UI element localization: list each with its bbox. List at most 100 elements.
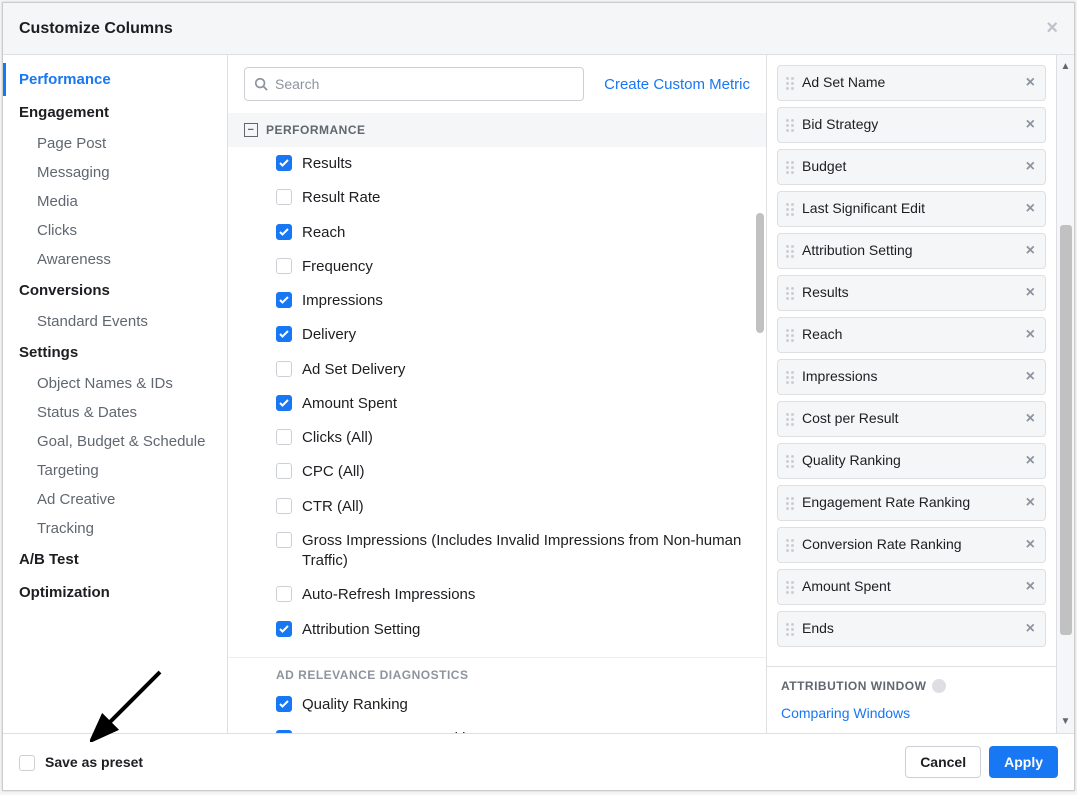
comparing-windows-link[interactable]: Comparing Windows [781,705,910,721]
metric-row[interactable]: Quality Ranking [228,688,766,722]
metric-checkbox[interactable] [276,463,292,479]
close-icon[interactable]: × [1046,17,1058,40]
create-custom-metric-link[interactable]: Create Custom Metric [604,76,750,93]
metric-row[interactable]: Reach [228,216,766,250]
metric-checkbox[interactable] [276,155,292,171]
apply-button[interactable]: Apply [989,746,1058,778]
selected-column-item[interactable]: Bid Strategy× [777,107,1046,143]
selected-column-item[interactable]: Last Significant Edit× [777,191,1046,227]
metric-checkbox[interactable] [276,696,292,712]
section-header-performance[interactable]: − PERFORMANCE [228,113,766,147]
metric-checkbox[interactable] [276,429,292,445]
sidebar-subitem[interactable]: Messaging [3,158,227,187]
drag-handle-icon[interactable] [786,371,796,384]
metric-checkbox[interactable] [276,224,292,240]
sidebar-subitem[interactable]: Status & Dates [3,398,227,427]
remove-column-icon[interactable]: × [1024,578,1037,596]
selected-column-item[interactable]: Reach× [777,317,1046,353]
metric-checkbox[interactable] [276,258,292,274]
selected-column-item[interactable]: Engagement Rate Ranking× [777,485,1046,521]
metric-row[interactable]: Result Rate [228,181,766,215]
metric-row[interactable]: Auto-Refresh Impressions [228,578,766,612]
drag-handle-icon[interactable] [786,77,796,90]
metric-row[interactable]: CPC (All) [228,455,766,489]
drag-handle-icon[interactable] [786,623,796,636]
metric-row[interactable]: CTR (All) [228,490,766,524]
remove-column-icon[interactable]: × [1024,116,1037,134]
drag-handle-icon[interactable] [786,329,796,342]
sidebar-subitem[interactable]: Object Names & IDs [3,369,227,398]
selected-column-item[interactable]: Ends× [777,611,1046,647]
drag-handle-icon[interactable] [786,497,796,510]
metric-checkbox[interactable] [276,730,292,733]
sidebar-category[interactable]: Optimization [3,576,227,609]
metric-row[interactable]: Clicks (All) [228,421,766,455]
sidebar-subitem[interactable]: Tracking [3,514,227,543]
remove-column-icon[interactable]: × [1024,494,1037,512]
metric-row[interactable]: Results [228,147,766,181]
drag-handle-icon[interactable] [786,581,796,594]
metric-checkbox[interactable] [276,621,292,637]
remove-column-icon[interactable]: × [1024,242,1037,260]
outer-scrollbar[interactable]: ▲ ▼ [1056,55,1074,733]
sidebar-subitem[interactable]: Page Post [3,129,227,158]
metric-checkbox[interactable] [276,395,292,411]
outer-scrollbar-thumb[interactable] [1060,225,1072,635]
scroll-up-icon[interactable]: ▲ [1061,61,1071,72]
remove-column-icon[interactable]: × [1024,536,1037,554]
sidebar-subitem[interactable]: Ad Creative [3,485,227,514]
metric-row[interactable]: Ad Set Delivery [228,353,766,387]
metric-row[interactable]: Impressions [228,284,766,318]
save-as-preset-wrap[interactable]: Save as preset [19,754,143,771]
sidebar-category[interactable]: Conversions [3,274,227,307]
drag-handle-icon[interactable] [786,413,796,426]
sidebar-category[interactable]: Engagement [3,96,227,129]
metric-checkbox[interactable] [276,532,292,548]
search-input[interactable] [244,67,584,101]
metric-row[interactable]: Frequency [228,250,766,284]
sidebar-subitem[interactable]: Targeting [3,456,227,485]
metric-checkbox[interactable] [276,292,292,308]
remove-column-icon[interactable]: × [1024,200,1037,218]
center-scrollbar-thumb[interactable] [756,213,764,333]
scroll-down-icon[interactable]: ▼ [1061,716,1071,727]
metric-checkbox[interactable] [276,498,292,514]
remove-column-icon[interactable]: × [1024,158,1037,176]
drag-handle-icon[interactable] [786,287,796,300]
remove-column-icon[interactable]: × [1024,620,1037,638]
selected-column-item[interactable]: Quality Ranking× [777,443,1046,479]
metric-checkbox[interactable] [276,361,292,377]
remove-column-icon[interactable]: × [1024,284,1037,302]
metrics-scroll[interactable]: − PERFORMANCE ResultsResult RateReachFre… [228,113,766,733]
save-as-preset-checkbox[interactable] [19,755,35,771]
sidebar-subitem[interactable]: Media [3,187,227,216]
selected-column-item[interactable]: Attribution Setting× [777,233,1046,269]
metric-row[interactable]: Amount Spent [228,387,766,421]
info-icon[interactable] [932,679,946,693]
remove-column-icon[interactable]: × [1024,452,1037,470]
remove-column-icon[interactable]: × [1024,326,1037,344]
remove-column-icon[interactable]: × [1024,368,1037,386]
drag-handle-icon[interactable] [786,161,796,174]
cancel-button[interactable]: Cancel [905,746,981,778]
selected-column-item[interactable]: Impressions× [777,359,1046,395]
selected-column-item[interactable]: Amount Spent× [777,569,1046,605]
metric-row[interactable]: Delivery [228,318,766,352]
metric-row[interactable]: Engagement Rate Ranking [228,722,766,733]
sidebar-subitem[interactable]: Goal, Budget & Schedule [3,427,227,456]
metric-row[interactable]: Gross Impressions (Includes Invalid Impr… [228,524,766,579]
sidebar-category[interactable]: Performance [3,63,227,96]
drag-handle-icon[interactable] [786,455,796,468]
metric-row[interactable]: Attribution Setting [228,613,766,647]
metric-checkbox[interactable] [276,189,292,205]
sidebar-subitem[interactable]: Awareness [3,245,227,274]
drag-handle-icon[interactable] [786,245,796,258]
selected-column-item[interactable]: Results× [777,275,1046,311]
selected-column-item[interactable]: Ad Set Name× [777,65,1046,101]
drag-handle-icon[interactable] [786,119,796,132]
remove-column-icon[interactable]: × [1024,74,1037,92]
sidebar-category[interactable]: Settings [3,336,227,369]
drag-handle-icon[interactable] [786,539,796,552]
drag-handle-icon[interactable] [786,203,796,216]
selected-column-item[interactable]: Conversion Rate Ranking× [777,527,1046,563]
